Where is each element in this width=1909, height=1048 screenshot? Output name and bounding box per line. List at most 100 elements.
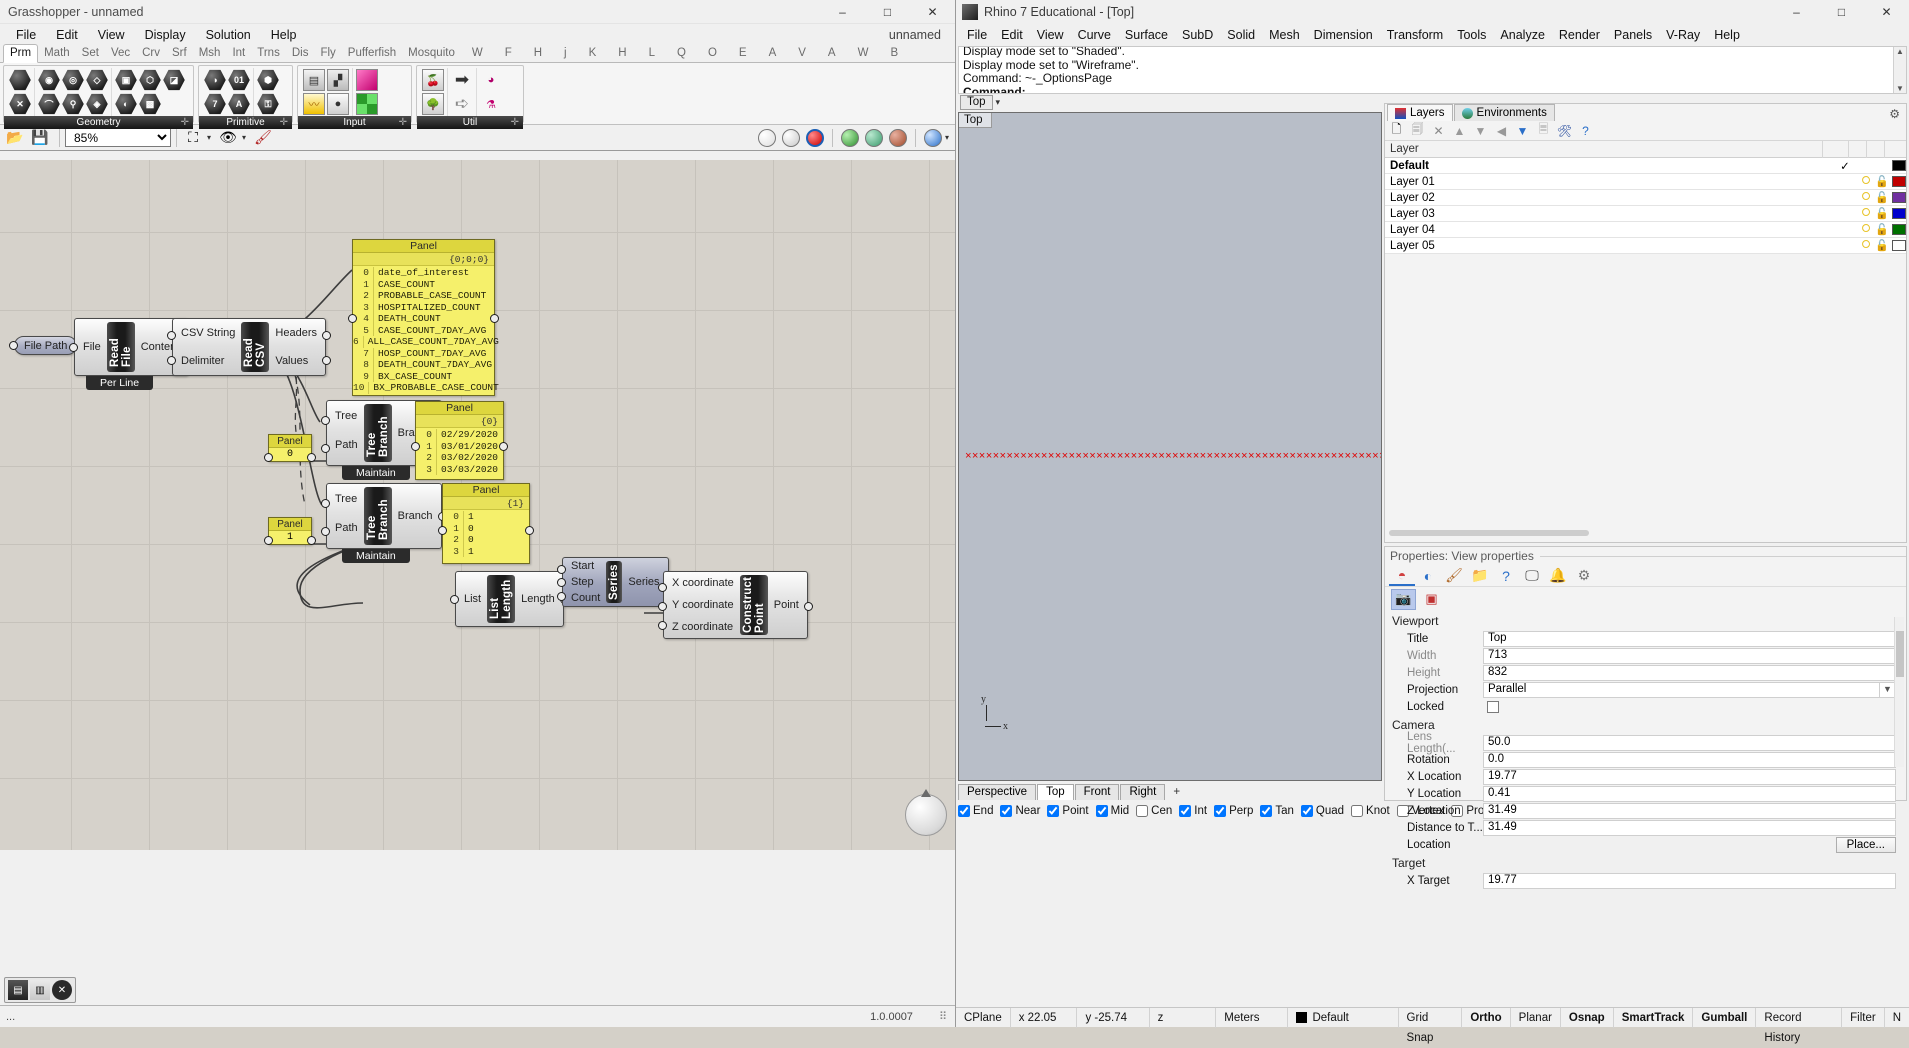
ribbon-util-expand-icon[interactable]: ✛ [511, 116, 519, 129]
rh-menu-solid[interactable]: Solid [1220, 26, 1262, 44]
gh-menu-view[interactable]: View [88, 26, 135, 44]
sketch-icon[interactable]: ⛶ [182, 127, 204, 149]
rh-menu-edit[interactable]: Edit [994, 26, 1030, 44]
rh-menu-panels[interactable]: Panels [1607, 26, 1659, 44]
properties-icon[interactable]: 🗏 [1535, 122, 1552, 139]
property-row-distance-to-target[interactable]: Distance to T... 31.49 [1385, 819, 1906, 836]
back-arrow-icon[interactable]: ◀ [1493, 122, 1510, 139]
osnap-quad[interactable]: Quad [1300, 805, 1344, 817]
panel-index0-value[interactable]: 0 [269, 448, 311, 461]
osnap-tan-checkbox[interactable] [1260, 805, 1273, 817]
layer-lock-icon[interactable]: 🔓 [1874, 207, 1890, 220]
table-row[interactable]: Layer 03 ⭘ 🔓 [1385, 206, 1906, 222]
gh-tab-int[interactable]: Int [226, 45, 251, 62]
panel-cases-input-port[interactable] [438, 526, 447, 535]
notification-icon[interactable]: 🔔 [1545, 566, 1571, 586]
preview-teal-icon[interactable] [864, 128, 883, 147]
gh-tab-trns[interactable]: Trns [251, 45, 286, 62]
widget-layers-icon[interactable]: ▥ [30, 980, 50, 1000]
preview-blue-icon[interactable] [923, 128, 942, 147]
node-list-length[interactable]: List List Length Length [450, 571, 569, 627]
panel-dates-output-port[interactable] [499, 442, 508, 451]
gh-minimize-button[interactable]: – [820, 0, 865, 24]
gh-tab-pufferfish[interactable]: Pufferfish [342, 45, 402, 62]
vp-tab-right[interactable]: Right [1120, 783, 1166, 800]
canvas-navigation-compass[interactable] [905, 789, 947, 836]
property-row-x-target[interactable]: X Target 19.77 [1385, 872, 1906, 889]
move-up-icon[interactable]: ▲ [1451, 122, 1468, 139]
layer-visibility-icon[interactable]: ⭘ [1858, 223, 1874, 236]
gh-maximize-button[interactable]: □ [865, 0, 910, 24]
layer-current-check-icon[interactable]: ✓ [1832, 159, 1858, 173]
series-port-start[interactable] [557, 565, 566, 574]
status-toggle-gumball[interactable]: Gumball [1693, 1007, 1757, 1028]
viewport-point-objects[interactable]: ××××××××××××××××××××××××××××××××××××××××… [965, 451, 1381, 465]
ribbon-input-expand-icon[interactable]: ✛ [399, 116, 407, 129]
preview-shaded-icon[interactable] [805, 128, 824, 147]
panel-cases[interactable]: Panel {1} 01 10 20 31 [438, 483, 534, 564]
gh-menu-solution[interactable]: Solution [196, 26, 261, 44]
viewport-title-input[interactable]: Top [1483, 630, 1896, 647]
table-row[interactable]: Layer 05 ⭘ 🔓 [1385, 238, 1906, 254]
rh-menu-tools[interactable]: Tools [1450, 26, 1493, 44]
osnap-tan[interactable]: Tan [1260, 805, 1294, 817]
rhino-viewport-top[interactable]: Top ××××××××××××××××××××××××××××××××××××… [958, 112, 1382, 781]
filter-icon[interactable]: ▼ [1514, 122, 1531, 139]
tree-branch2-port-path[interactable] [321, 527, 330, 536]
rh-menu-transform[interactable]: Transform [1380, 26, 1451, 44]
gh-tab-j[interactable]: j [553, 45, 578, 62]
property-row-y-location[interactable]: Y Location 0.41 [1385, 785, 1906, 802]
osnap-knot[interactable]: Knot [1351, 805, 1390, 817]
table-row[interactable]: Layer 02 ⭘ 🔓 [1385, 190, 1906, 206]
osnap-cen[interactable]: Cen [1136, 805, 1172, 817]
command-scroll-down-icon[interactable]: ▼ [1896, 84, 1904, 93]
gh-tab-dis[interactable]: Dis [286, 45, 315, 62]
status-layer[interactable]: Default [1288, 1007, 1399, 1028]
paintbrush-icon[interactable]: 🖌 [252, 127, 274, 149]
status-toggle-smarttrack[interactable]: SmartTrack [1614, 1007, 1694, 1028]
rh-menu-render[interactable]: Render [1552, 26, 1607, 44]
osnap-int[interactable]: Int [1179, 805, 1207, 817]
panel-index1-output-port[interactable] [307, 536, 316, 545]
layer-visibility-icon[interactable]: ⭘ [1858, 239, 1874, 252]
tools-icon[interactable]: 🛠 [1556, 122, 1573, 139]
layer-lock-icon[interactable]: 🔓 [1874, 223, 1890, 236]
property-row-title[interactable]: Title Top [1385, 630, 1906, 647]
file-path-input-port[interactable] [9, 341, 18, 350]
preview-green-icon[interactable] [840, 128, 859, 147]
node-construct-point[interactable]: X coordinate Y coordinate Z coordinate C… [658, 571, 813, 639]
gh-tab-w2[interactable]: W [847, 45, 880, 62]
move-down-icon[interactable]: ▼ [1472, 122, 1489, 139]
distance-to-target-input[interactable]: 31.49 [1483, 819, 1896, 836]
eye-icon[interactable]: 👁 [217, 127, 239, 149]
gh-tab-f[interactable]: F [494, 45, 523, 62]
status-toggle-planar[interactable]: Planar [1511, 1007, 1561, 1028]
read-file-port-file[interactable] [69, 343, 78, 352]
layer-color-swatch[interactable] [1892, 224, 1906, 235]
gh-tab-v[interactable]: V [787, 45, 817, 62]
panel-index1-input-port[interactable] [264, 536, 273, 545]
panel-index1-value[interactable]: 1 [269, 531, 311, 544]
display-icon[interactable]: 🖵 [1519, 566, 1545, 586]
layers-panel-gear-icon[interactable]: ⚙ [1889, 107, 1900, 121]
z-location-input[interactable]: 31.49 [1483, 802, 1896, 819]
construct-point-port-point[interactable] [803, 602, 813, 611]
status-toggle-record-history[interactable]: Record History [1756, 1007, 1843, 1044]
gh-tab-a1[interactable]: A [758, 45, 788, 62]
layer-lock-icon[interactable]: 🔓 [1874, 191, 1890, 204]
properties-scrollbar[interactable] [1894, 617, 1904, 767]
x-location-input[interactable]: 19.77 [1483, 768, 1896, 785]
property-row-z-location[interactable]: Z Location 31.49 [1385, 802, 1906, 819]
y-location-input[interactable]: 0.41 [1483, 785, 1896, 802]
paint-icon[interactable]: 🖌 [1441, 566, 1467, 586]
x-target-input[interactable]: 19.77 [1483, 872, 1896, 889]
preview-dropdown-icon[interactable]: ▾ [242, 133, 246, 142]
osnap-cen-checkbox[interactable] [1136, 805, 1149, 817]
gh-tab-msh[interactable]: Msh [193, 45, 227, 62]
properties-scroll-thumb[interactable] [1896, 631, 1904, 677]
read-csv-port-headers[interactable] [322, 331, 331, 340]
layer-color-swatch[interactable] [1892, 208, 1906, 219]
node-read-csv[interactable]: CSV String Delimiter Read CSV Headers Va… [167, 318, 331, 376]
gear-icon[interactable]: ⚙ [1571, 566, 1597, 586]
rh-menu-dimension[interactable]: Dimension [1307, 26, 1380, 44]
